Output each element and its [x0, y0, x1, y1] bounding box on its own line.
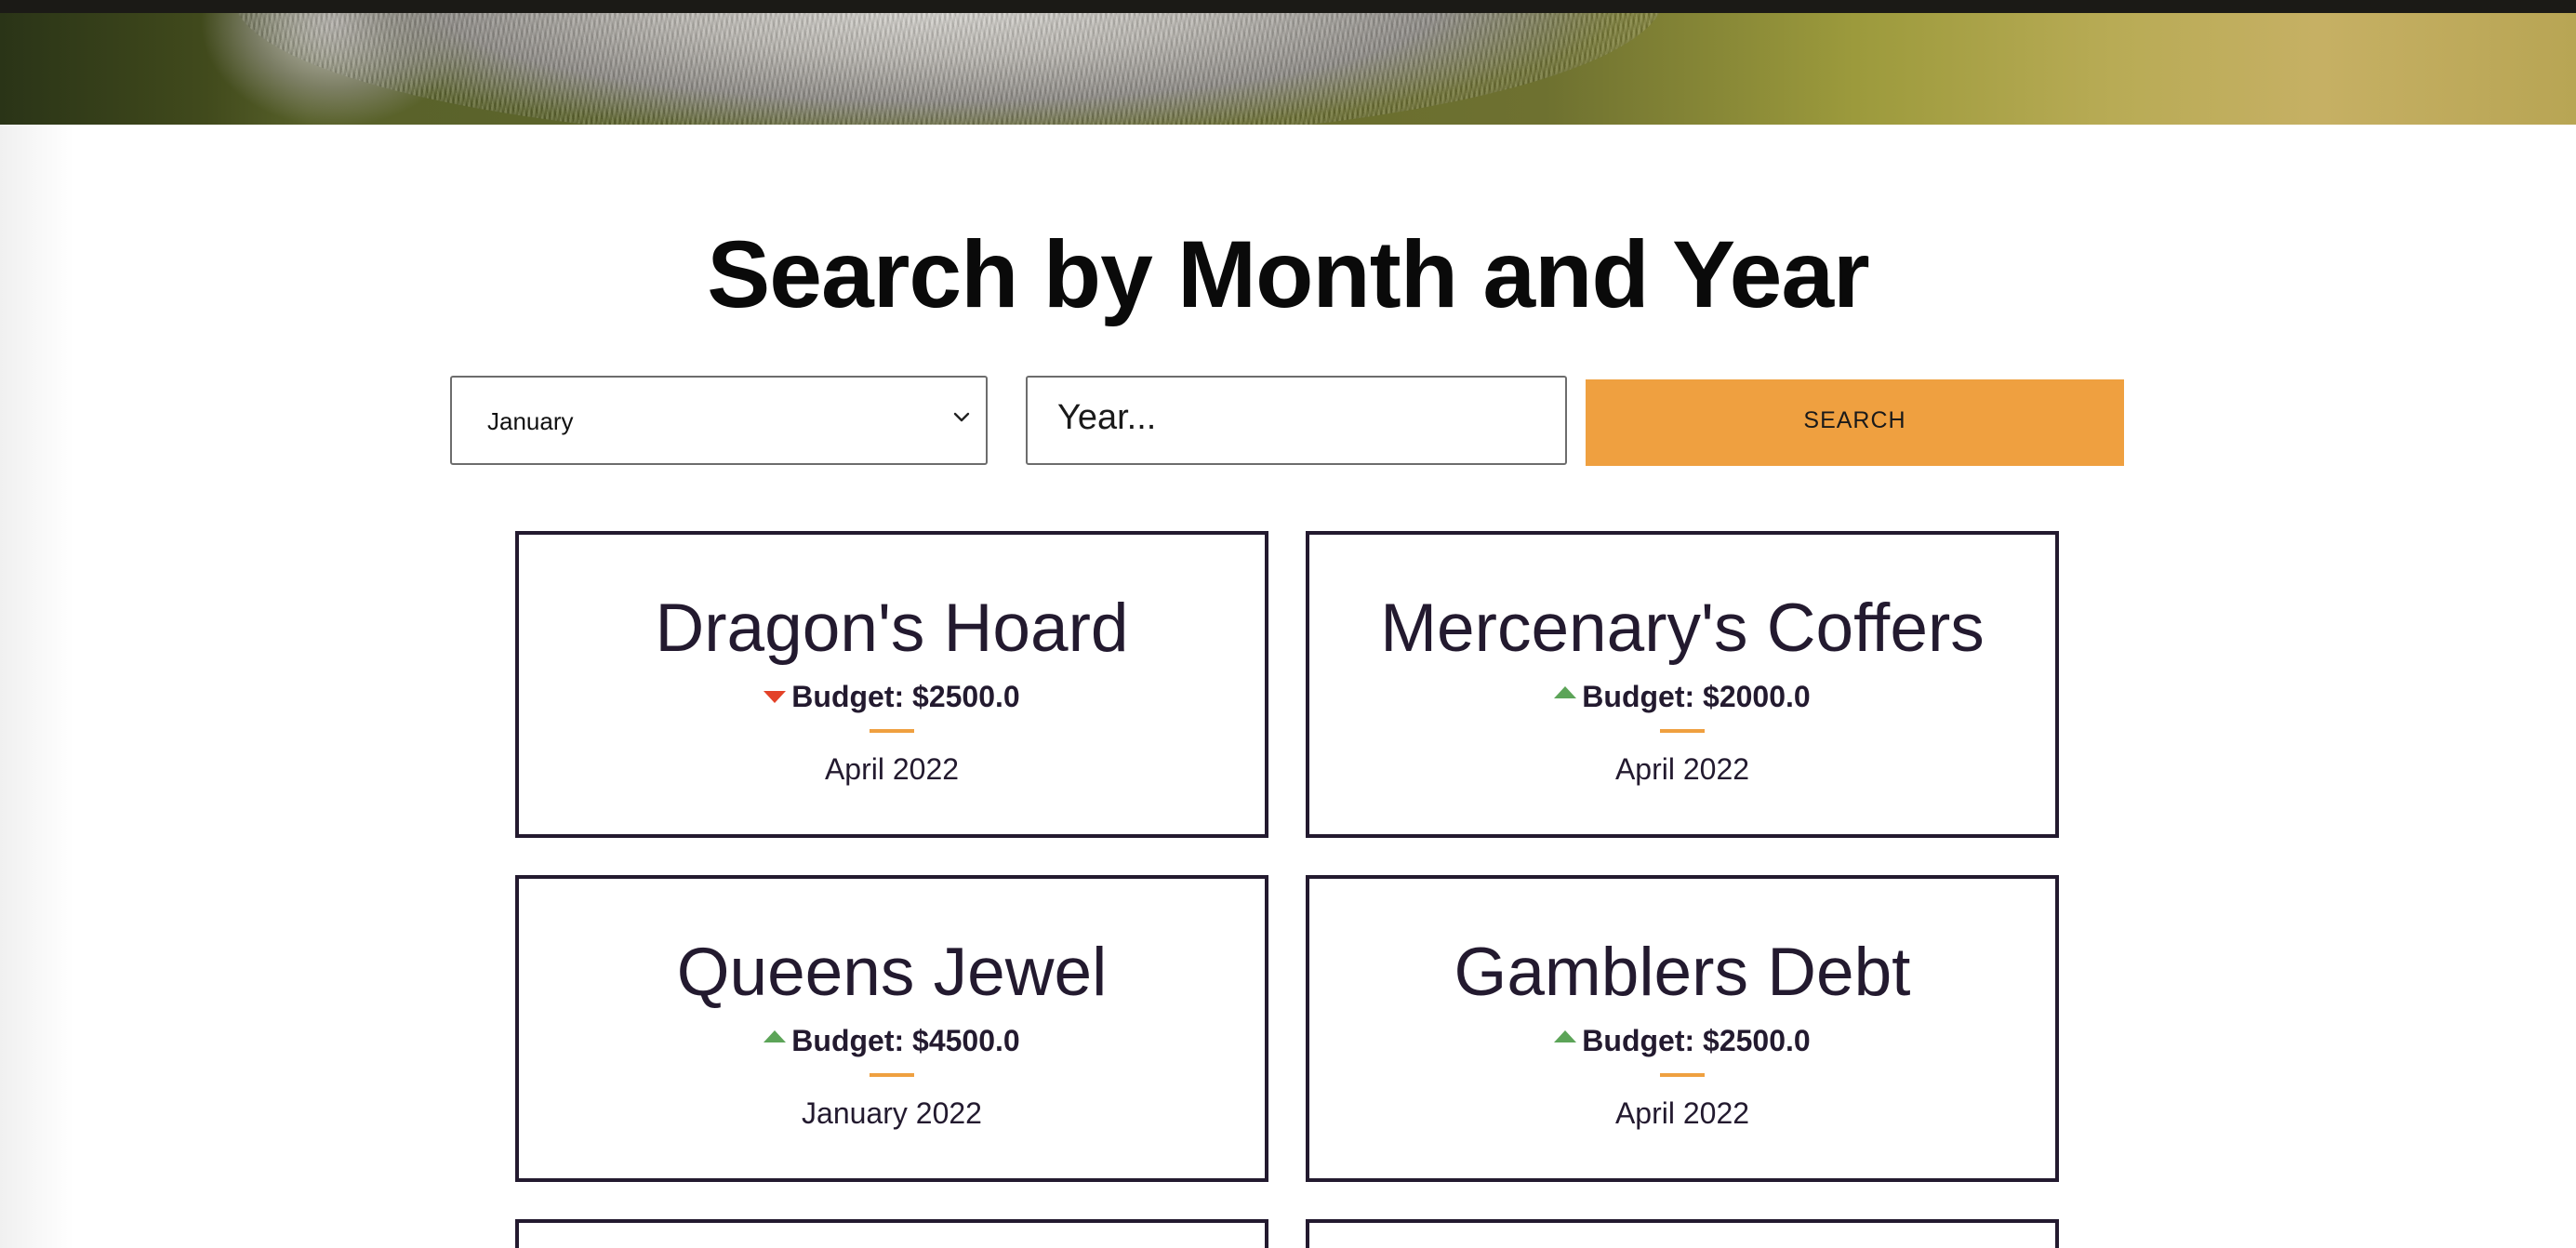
month-select[interactable]: January — [450, 376, 988, 465]
card-date: April 2022 — [824, 752, 960, 786]
budget-card[interactable]: Queens Jewel Budget: $4500.0 January 202… — [515, 875, 1268, 1182]
card-title: Queens Jewel — [676, 935, 1108, 1010]
budget-card[interactable]: Gamblers Debt Budget: $2500.0 April 2022 — [1306, 875, 2059, 1182]
card-budget-text: Budget: $2000.0 — [1582, 680, 1811, 713]
top-bar — [0, 0, 2576, 13]
month-select-value: January — [487, 407, 574, 435]
card-budget: Budget: $4500.0 — [519, 1020, 1265, 1061]
budget-card-partial[interactable] — [1306, 1219, 2059, 1248]
card-date: April 2022 — [1614, 1096, 1750, 1130]
koala-fur-image — [232, 13, 1665, 125]
year-input[interactable]: Year... — [1026, 376, 1567, 465]
card-budget: Budget: $2000.0 — [1309, 676, 2055, 717]
trend-down-icon — [764, 691, 787, 703]
card-date: April 2022 — [1614, 752, 1750, 786]
card-budget-text: Budget: $2500.0 — [1582, 1024, 1811, 1057]
trend-up-icon — [764, 1030, 787, 1042]
card-divider — [1660, 1073, 1705, 1077]
year-input-placeholder: Year... — [1057, 398, 1157, 437]
card-divider — [870, 1073, 914, 1077]
card-budget: Budget: $2500.0 — [1309, 1020, 2055, 1061]
card-budget-text: Budget: $2500.0 — [791, 680, 1020, 713]
budget-card[interactable]: Dragon's Hoard Budget: $2500.0 April 202… — [515, 531, 1268, 838]
card-title: Mercenary's Coffers — [1380, 591, 1985, 666]
page-title: Search by Month and Year — [707, 221, 1870, 327]
budget-card-partial[interactable] — [515, 1219, 1268, 1248]
card-divider — [1660, 729, 1705, 733]
trend-up-icon — [1554, 1030, 1577, 1042]
hero-banner-image — [0, 13, 2576, 125]
card-title: Gamblers Debt — [1454, 935, 1911, 1010]
budget-card[interactable]: Mercenary's Coffers Budget: $2000.0 Apri… — [1306, 531, 2059, 838]
search-button[interactable]: SEARCH — [1586, 379, 2124, 466]
page: Search by Month and Year January Year...… — [0, 0, 2576, 1248]
card-date: January 2022 — [802, 1096, 982, 1130]
card-budget-text: Budget: $4500.0 — [791, 1024, 1020, 1057]
card-budget: Budget: $2500.0 — [519, 676, 1265, 717]
trend-up-icon — [1554, 686, 1577, 698]
card-divider — [870, 729, 914, 733]
chevron-down-icon — [953, 412, 970, 422]
search-button-label: SEARCH — [1803, 407, 1906, 433]
card-title: Dragon's Hoard — [655, 591, 1129, 666]
